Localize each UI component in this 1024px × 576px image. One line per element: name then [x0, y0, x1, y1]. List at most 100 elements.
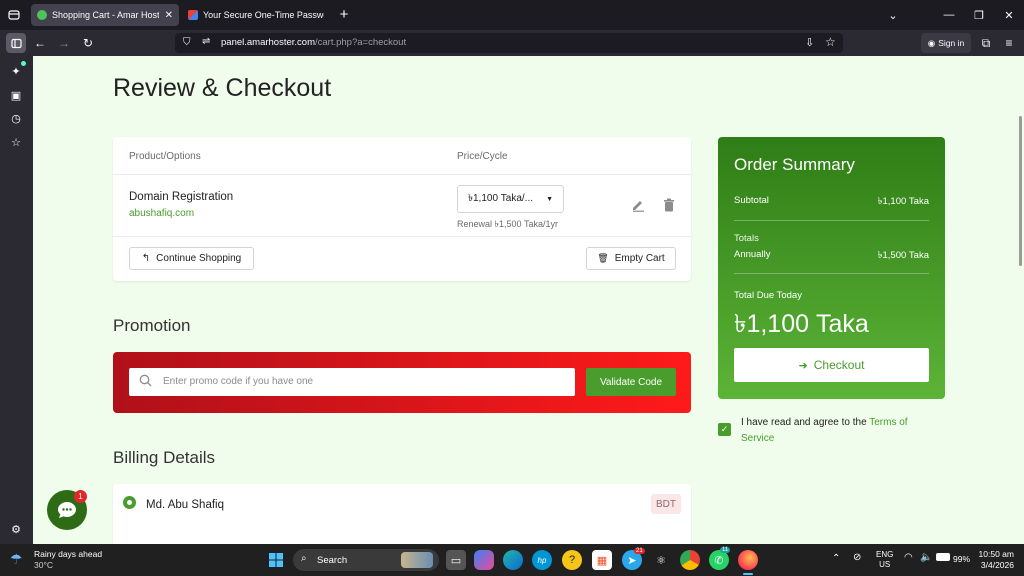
- annually-value: ৳1,500 Taka: [877, 250, 929, 261]
- billing-details-heading: Billing Details: [113, 448, 216, 467]
- billing-contact-card[interactable]: Md. Abu Shafiq BDT: [113, 484, 691, 544]
- billing-cycle-select[interactable]: ৳1,100 Taka/... ▼: [457, 185, 564, 213]
- bookmark-star-icon[interactable]: ☆: [825, 35, 836, 49]
- save-page-icon[interactable]: ⇩: [805, 36, 814, 49]
- total-due-label: Total Due Today: [734, 290, 802, 301]
- continue-shopping-label: Continue Shopping: [156, 253, 242, 264]
- chat-notification-badge: 1: [74, 490, 87, 503]
- battery-percent: 99%: [953, 554, 971, 564]
- tab-overview-button[interactable]: [6, 7, 22, 23]
- forward-button[interactable]: →: [54, 33, 74, 53]
- promotion-heading: Promotion: [113, 316, 191, 335]
- order-summary-panel: Order Summary Subtotal ৳1,100 Taka Total…: [718, 137, 945, 399]
- microsoft-store-icon[interactable]: ▦: [592, 550, 612, 570]
- terms-checkbox[interactable]: ✓: [718, 423, 731, 436]
- start-button[interactable]: [266, 550, 286, 570]
- continue-shopping-button[interactable]: ↰ Continue Shopping: [129, 247, 254, 270]
- minimize-button[interactable]: —: [932, 0, 966, 30]
- battery-icon[interactable]: [936, 553, 950, 561]
- customize-sidebar-icon[interactable]: ⚙: [7, 520, 25, 538]
- url-host: panel.amarhoster.com: [221, 37, 315, 48]
- divider: [113, 174, 691, 175]
- sidebar-toggle-button[interactable]: [6, 33, 26, 53]
- clock-date: 3/4/2026: [980, 560, 1014, 570]
- page-scrollbar[interactable]: [1019, 116, 1022, 266]
- clock[interactable]: 10:50 am 3/4/2026: [974, 549, 1014, 571]
- task-view-icon[interactable]: ▭: [446, 550, 466, 570]
- annually-label: Annually: [734, 249, 771, 260]
- tab-otp-email[interactable]: Your Secure One-Time Password: [182, 4, 330, 26]
- tips-icon[interactable]: ?: [562, 550, 582, 570]
- windows-logo-icon: [269, 553, 283, 567]
- tab-title: Your Secure One-Time Password: [203, 10, 324, 20]
- item-domain: abushafiq.com: [129, 208, 195, 219]
- close-window-button[interactable]: ✕: [992, 0, 1024, 30]
- page-content: Review & Checkout Product/Options Price/…: [33, 56, 1024, 544]
- trash-icon: 🗑: [597, 253, 609, 263]
- volume-icon[interactable]: 🔈: [920, 552, 932, 563]
- chrome-icon[interactable]: [680, 550, 700, 570]
- totals-label: Totals: [734, 233, 759, 244]
- reload-button[interactable]: ↻: [78, 33, 98, 53]
- tab-strip: Shopping Cart - Amar Hoster ✕ Your Secur…: [0, 0, 1024, 30]
- search-highlight-image: [401, 552, 433, 568]
- selected-radio-icon[interactable]: [123, 496, 136, 509]
- weather-temp: 30°C: [34, 560, 53, 570]
- site-permissions-icon[interactable]: ⇌: [202, 36, 210, 47]
- empty-cart-button[interactable]: 🗑 Empty Cart: [586, 247, 676, 270]
- divider: [113, 236, 691, 237]
- sign-in-label: Sign in: [938, 38, 965, 48]
- chatgpt-icon[interactable]: ⚛: [651, 550, 671, 570]
- shield-icon[interactable]: ⛉: [183, 37, 191, 48]
- currency-badge: BDT: [651, 494, 681, 514]
- subtotal-label: Subtotal: [734, 195, 769, 206]
- firefox-icon[interactable]: [738, 550, 758, 570]
- history-icon[interactable]: ◷: [7, 109, 25, 127]
- terms-label: I have read and agree to the: [741, 417, 870, 428]
- bookmarks-icon[interactable]: ☆: [7, 133, 25, 151]
- sign-in-button[interactable]: ◉ Sign in: [921, 33, 971, 53]
- address-bar[interactable]: ⛉ ⇌ panel.amarhoster.com/cart.php?a=chec…: [175, 33, 843, 53]
- checkout-button[interactable]: ➜ Checkout: [734, 348, 929, 382]
- url-text[interactable]: panel.amarhoster.com/cart.php?a=checkout: [221, 37, 406, 48]
- back-button[interactable]: ←: [30, 33, 50, 53]
- wifi-icon[interactable]: ◠: [904, 552, 913, 563]
- copilot-icon[interactable]: [474, 550, 494, 570]
- divider: [734, 273, 929, 274]
- promo-code-placeholder: Enter promo code if you have one: [163, 376, 314, 387]
- promo-panel: Enter promo code if you have one Validat…: [113, 352, 691, 413]
- windows-taskbar: ☂ Rainy days ahead 30°C ⌕ Search ▭ hp ? …: [0, 544, 1024, 576]
- synced-tabs-icon[interactable]: ▣: [7, 86, 25, 104]
- extensions-icon[interactable]: ⧉: [976, 33, 996, 53]
- edge-icon[interactable]: [503, 550, 523, 570]
- col-header-price: Price/Cycle: [457, 151, 508, 162]
- order-summary-title: Order Summary: [734, 155, 855, 174]
- close-tab-icon[interactable]: ✕: [165, 10, 173, 21]
- show-hidden-icons[interactable]: ⌃: [832, 553, 840, 564]
- search-icon: ⌕: [301, 553, 307, 564]
- whatsapp-icon[interactable]: ✆: [709, 550, 729, 570]
- region-code: US: [879, 560, 891, 569]
- edit-icon[interactable]: [631, 198, 645, 217]
- network-off-icon[interactable]: ⊘: [853, 552, 861, 563]
- browser-sidebar: ✦ ▣ ◷ ☆ ⚙: [0, 56, 33, 544]
- delete-icon[interactable]: [663, 198, 675, 217]
- tab-list-icon[interactable]: ⌄: [876, 0, 910, 30]
- menu-icon[interactable]: ≡: [999, 33, 1019, 53]
- tab-shopping-cart[interactable]: Shopping Cart - Amar Hoster ✕: [31, 4, 179, 26]
- weather-widget[interactable]: ☂ Rainy days ahead 30°C: [10, 549, 120, 571]
- language-indicator[interactable]: ENG US: [876, 550, 893, 570]
- page-title: Review & Checkout: [113, 74, 332, 102]
- promo-code-input[interactable]: Enter promo code if you have one: [129, 368, 575, 396]
- arrow-right-icon: ➜: [798, 359, 808, 372]
- taskbar-search-box[interactable]: ⌕ Search: [293, 549, 439, 571]
- divider: [734, 220, 929, 221]
- terms-text: I have read and agree to the Terms of Se…: [741, 415, 941, 447]
- total-due-value: ৳1,100 Taka: [734, 310, 869, 338]
- account-icon: ◉: [927, 37, 936, 48]
- search-icon: [139, 374, 152, 392]
- new-tab-button[interactable]: +: [336, 6, 352, 24]
- restore-button[interactable]: ❐: [962, 0, 996, 30]
- hp-icon[interactable]: hp: [532, 550, 552, 570]
- validate-code-button[interactable]: Validate Code: [586, 368, 676, 396]
